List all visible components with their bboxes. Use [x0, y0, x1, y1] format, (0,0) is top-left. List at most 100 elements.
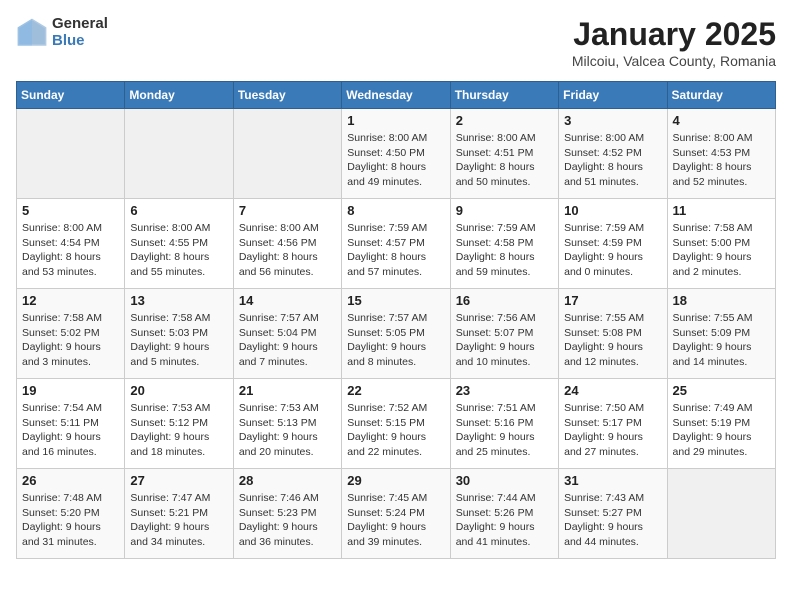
calendar-day-header: Saturday	[667, 82, 775, 109]
calendar-cell: 14 Sunrise: 7:57 AM Sunset: 5:04 PM Dayli…	[233, 289, 341, 379]
calendar-cell: 21 Sunrise: 7:53 AM Sunset: 5:13 PM Dayli…	[233, 379, 341, 469]
calendar-week-row: 26 Sunrise: 7:48 AM Sunset: 5:20 PM Dayli…	[17, 469, 776, 559]
calendar-cell: 5 Sunrise: 8:00 AM Sunset: 4:54 PM Daylig…	[17, 199, 125, 289]
calendar-day-header: Monday	[125, 82, 233, 109]
cell-info-text: Sunrise: 8:00 AM Sunset: 4:56 PM Dayligh…	[239, 221, 336, 280]
cell-info-text: Sunrise: 7:57 AM Sunset: 5:05 PM Dayligh…	[347, 311, 444, 370]
cell-date-number: 28	[239, 473, 336, 488]
page-subtitle: Milcoiu, Valcea County, Romania	[572, 53, 776, 69]
cell-info-text: Sunrise: 8:00 AM Sunset: 4:53 PM Dayligh…	[673, 131, 770, 190]
calendar-cell: 9Sunrise: 7:59 AM Sunset: 4:58 PM Daylig…	[450, 199, 558, 289]
cell-date-number: 19	[22, 383, 119, 398]
cell-date-number: 8	[347, 203, 444, 218]
cell-info-text: Sunrise: 7:47 AM Sunset: 5:21 PM Dayligh…	[130, 491, 227, 550]
cell-info-text: Sunrise: 8:00 AM Sunset: 4:51 PM Dayligh…	[456, 131, 553, 190]
cell-info-text: Sunrise: 7:46 AM Sunset: 5:23 PM Dayligh…	[239, 491, 336, 550]
cell-info-text: Sunrise: 7:43 AM Sunset: 5:27 PM Dayligh…	[564, 491, 661, 550]
cell-date-number: 14	[239, 293, 336, 308]
cell-info-text: Sunrise: 7:59 AM Sunset: 4:59 PM Dayligh…	[564, 221, 661, 280]
calendar-cell: 31 Sunrise: 7:43 AM Sunset: 5:27 PM Dayli…	[559, 469, 667, 559]
cell-info-text: Sunrise: 8:00 AM Sunset: 4:54 PM Dayligh…	[22, 221, 119, 280]
cell-date-number: 17	[564, 293, 661, 308]
calendar-day-header: Thursday	[450, 82, 558, 109]
calendar-week-row: 12 Sunrise: 7:58 AM Sunset: 5:02 PM Dayli…	[17, 289, 776, 379]
calendar-day-header: Friday	[559, 82, 667, 109]
calendar-cell: 17 Sunrise: 7:55 AM Sunset: 5:08 PM Dayli…	[559, 289, 667, 379]
cell-date-number: 12	[22, 293, 119, 308]
calendar-cell: 3 Sunrise: 8:00 AM Sunset: 4:52 PM Daylig…	[559, 109, 667, 199]
calendar-cell: 24Sunrise: 7:50 AM Sunset: 5:17 PM Dayli…	[559, 379, 667, 469]
calendar-cell: 4 Sunrise: 8:00 AM Sunset: 4:53 PM Daylig…	[667, 109, 775, 199]
calendar-day-header: Tuesday	[233, 82, 341, 109]
cell-date-number: 5	[22, 203, 119, 218]
title-block: January 2025 Milcoiu, Valcea County, Rom…	[572, 16, 776, 69]
cell-info-text: Sunrise: 7:58 AM Sunset: 5:03 PM Dayligh…	[130, 311, 227, 370]
cell-date-number: 15	[347, 293, 444, 308]
cell-info-text: Sunrise: 7:57 AM Sunset: 5:04 PM Dayligh…	[239, 311, 336, 370]
calendar-table: SundayMondayTuesdayWednesdayThursdayFrid…	[16, 81, 776, 559]
cell-date-number: 6	[130, 203, 227, 218]
logo-blue-text: Blue	[52, 33, 108, 50]
calendar-cell	[667, 469, 775, 559]
cell-info-text: Sunrise: 7:55 AM Sunset: 5:08 PM Dayligh…	[564, 311, 661, 370]
cell-date-number: 29	[347, 473, 444, 488]
cell-info-text: Sunrise: 7:54 AM Sunset: 5:11 PM Dayligh…	[22, 401, 119, 460]
calendar-cell: 25 Sunrise: 7:49 AM Sunset: 5:19 PM Dayli…	[667, 379, 775, 469]
cell-info-text: Sunrise: 7:53 AM Sunset: 5:13 PM Dayligh…	[239, 401, 336, 460]
calendar-cell: 7Sunrise: 8:00 AM Sunset: 4:56 PM Daylig…	[233, 199, 341, 289]
cell-info-text: Sunrise: 8:00 AM Sunset: 4:55 PM Dayligh…	[130, 221, 227, 280]
cell-info-text: Sunrise: 7:58 AM Sunset: 5:02 PM Dayligh…	[22, 311, 119, 370]
cell-info-text: Sunrise: 7:56 AM Sunset: 5:07 PM Dayligh…	[456, 311, 553, 370]
calendar-cell: 18 Sunrise: 7:55 AM Sunset: 5:09 PM Dayli…	[667, 289, 775, 379]
cell-info-text: Sunrise: 7:45 AM Sunset: 5:24 PM Dayligh…	[347, 491, 444, 550]
cell-info-text: Sunrise: 7:48 AM Sunset: 5:20 PM Dayligh…	[22, 491, 119, 550]
cell-info-text: Sunrise: 8:00 AM Sunset: 4:50 PM Dayligh…	[347, 131, 444, 190]
cell-date-number: 16	[456, 293, 553, 308]
cell-date-number: 3	[564, 113, 661, 128]
cell-date-number: 27	[130, 473, 227, 488]
calendar-day-header: Sunday	[17, 82, 125, 109]
cell-date-number: 26	[22, 473, 119, 488]
calendar-cell: 29 Sunrise: 7:45 AM Sunset: 5:24 PM Dayli…	[342, 469, 450, 559]
cell-date-number: 30	[456, 473, 553, 488]
calendar-cell: 12 Sunrise: 7:58 AM Sunset: 5:02 PM Dayli…	[17, 289, 125, 379]
calendar-day-header: Wednesday	[342, 82, 450, 109]
cell-date-number: 21	[239, 383, 336, 398]
calendar-cell: 1Sunrise: 8:00 AM Sunset: 4:50 PM Daylig…	[342, 109, 450, 199]
cell-date-number: 22	[347, 383, 444, 398]
cell-info-text: Sunrise: 7:55 AM Sunset: 5:09 PM Dayligh…	[673, 311, 770, 370]
calendar-cell: 8Sunrise: 7:59 AM Sunset: 4:57 PM Daylig…	[342, 199, 450, 289]
cell-info-text: Sunrise: 7:52 AM Sunset: 5:15 PM Dayligh…	[347, 401, 444, 460]
logo-general-text: General	[52, 16, 108, 33]
calendar-cell: 15 Sunrise: 7:57 AM Sunset: 5:05 PM Dayli…	[342, 289, 450, 379]
cell-info-text: Sunrise: 7:53 AM Sunset: 5:12 PM Dayligh…	[130, 401, 227, 460]
cell-date-number: 18	[673, 293, 770, 308]
logo-icon	[16, 17, 48, 49]
calendar-cell	[17, 109, 125, 199]
calendar-cell: 16 Sunrise: 7:56 AM Sunset: 5:07 PM Dayli…	[450, 289, 558, 379]
cell-date-number: 9	[456, 203, 553, 218]
calendar-cell: 26 Sunrise: 7:48 AM Sunset: 5:20 PM Dayli…	[17, 469, 125, 559]
logo: General Blue	[16, 16, 108, 49]
calendar-cell: 6 Sunrise: 8:00 AM Sunset: 4:55 PM Daylig…	[125, 199, 233, 289]
calendar-cell: 23Sunrise: 7:51 AM Sunset: 5:16 PM Dayli…	[450, 379, 558, 469]
cell-date-number: 4	[673, 113, 770, 128]
cell-info-text: Sunrise: 8:00 AM Sunset: 4:52 PM Dayligh…	[564, 131, 661, 190]
cell-date-number: 13	[130, 293, 227, 308]
calendar-cell: 27 Sunrise: 7:47 AM Sunset: 5:21 PM Dayli…	[125, 469, 233, 559]
cell-date-number: 20	[130, 383, 227, 398]
page-header: General Blue January 2025 Milcoiu, Valce…	[16, 16, 776, 69]
cell-date-number: 2	[456, 113, 553, 128]
page-title: January 2025	[572, 16, 776, 53]
cell-date-number: 25	[673, 383, 770, 398]
cell-info-text: Sunrise: 7:58 AM Sunset: 5:00 PM Dayligh…	[673, 221, 770, 280]
cell-date-number: 31	[564, 473, 661, 488]
calendar-header-row: SundayMondayTuesdayWednesdayThursdayFrid…	[17, 82, 776, 109]
calendar-week-row: 5 Sunrise: 8:00 AM Sunset: 4:54 PM Daylig…	[17, 199, 776, 289]
cell-info-text: Sunrise: 7:49 AM Sunset: 5:19 PM Dayligh…	[673, 401, 770, 460]
calendar-cell	[125, 109, 233, 199]
calendar-cell: 10Sunrise: 7:59 AM Sunset: 4:59 PM Dayli…	[559, 199, 667, 289]
calendar-cell: 13 Sunrise: 7:58 AM Sunset: 5:03 PM Dayli…	[125, 289, 233, 379]
logo-text: General Blue	[52, 16, 108, 49]
calendar-cell: 22 Sunrise: 7:52 AM Sunset: 5:15 PM Dayli…	[342, 379, 450, 469]
